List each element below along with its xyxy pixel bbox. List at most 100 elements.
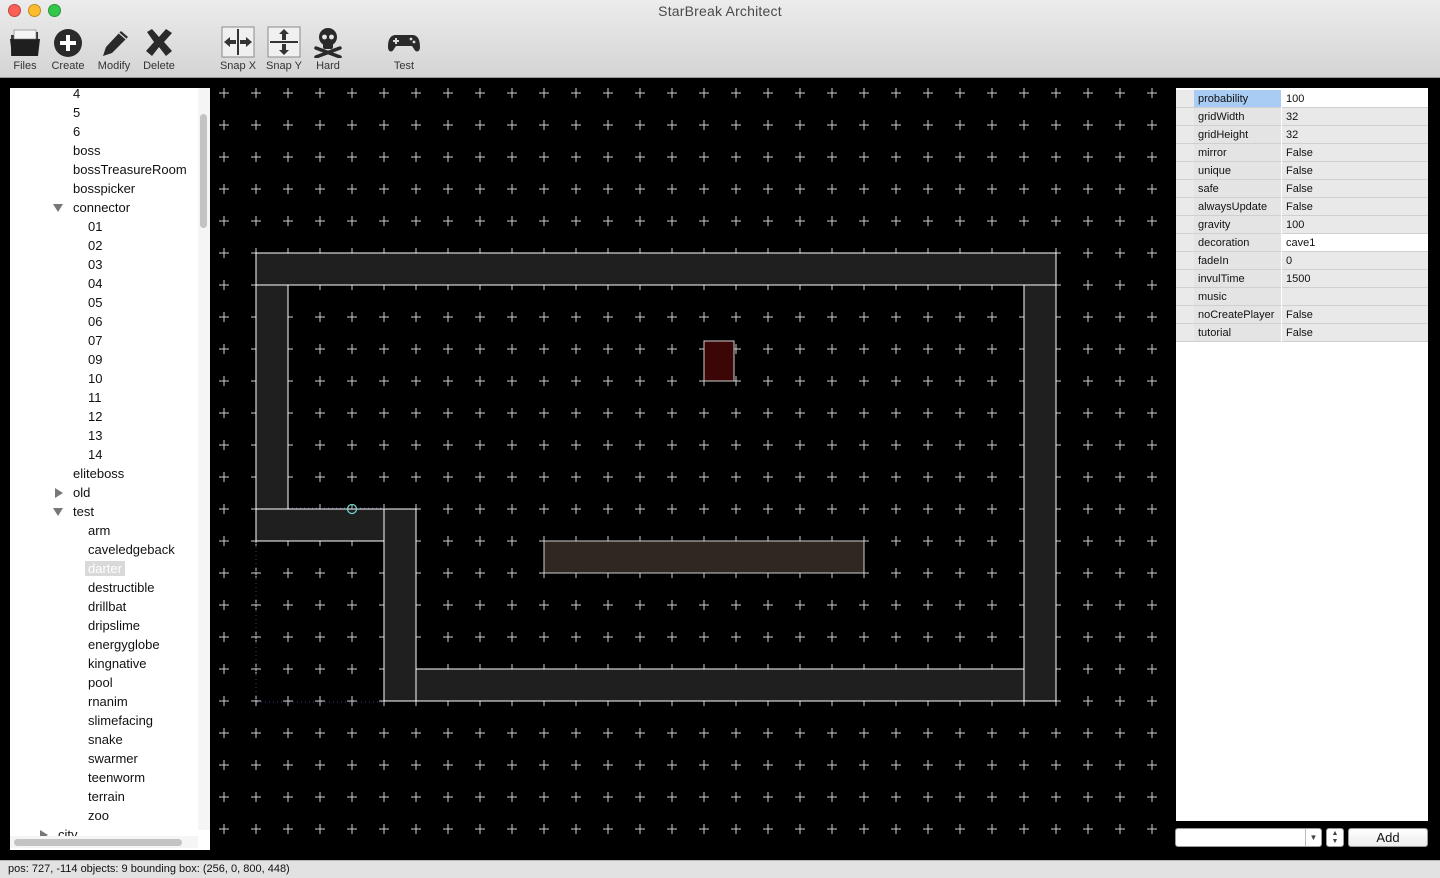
disclosure-closed-icon[interactable] (55, 488, 63, 498)
tree-item[interactable]: 02 (88, 236, 102, 255)
level-objects[interactable] (255, 252, 1057, 703)
property-row[interactable]: gridHeight 32 (1176, 126, 1428, 144)
level-canvas[interactable] (210, 78, 1175, 860)
snap-x-button[interactable]: Snap X (215, 26, 261, 74)
property-value[interactable]: 1500 (1282, 270, 1428, 288)
property-value[interactable]: False (1282, 324, 1428, 342)
tree-item[interactable]: caveledgeback (88, 540, 175, 559)
tree-item[interactable]: pool (88, 673, 113, 692)
tree-item[interactable]: 4 (73, 88, 80, 103)
property-row[interactable]: mirror False (1176, 144, 1428, 162)
chevron-down-icon[interactable]: ▼ (1305, 829, 1321, 846)
tree-item[interactable]: 04 (88, 274, 102, 293)
property-row[interactable]: alwaysUpdate False (1176, 198, 1428, 216)
wall-right[interactable] (1023, 284, 1057, 702)
tree-item[interactable]: darter (85, 559, 125, 578)
tree-item[interactable]: terrain (88, 787, 125, 806)
tree-item[interactable]: 10 (88, 369, 102, 388)
add-property-stepper[interactable]: ▲ ▼ (1326, 828, 1344, 847)
tree-item[interactable]: arm (88, 521, 110, 540)
property-row[interactable]: music (1176, 288, 1428, 306)
delete-button[interactable]: Delete (136, 26, 182, 74)
snap-y-button[interactable]: Snap Y (261, 26, 307, 74)
tree-item[interactable]: eliteboss (73, 464, 124, 483)
tree-item[interactable]: 5 (73, 103, 80, 122)
tree-item[interactable]: test (53, 502, 94, 521)
tree-item[interactable]: dripslime (88, 616, 140, 635)
wall-bottom[interactable] (415, 668, 1025, 702)
tree-item[interactable]: old (55, 483, 90, 502)
files-button[interactable]: Files (2, 26, 48, 74)
wall-top[interactable] (255, 252, 1057, 286)
tree-item[interactable]: 12 (88, 407, 102, 426)
tree-item[interactable]: connector (53, 198, 130, 217)
tree-item[interactable]: drillbat (88, 597, 126, 616)
property-row[interactable]: gravity 100 (1176, 216, 1428, 234)
tree-item[interactable]: destructible (88, 578, 154, 597)
tree-item[interactable]: 03 (88, 255, 102, 274)
tree-item[interactable]: zoo (88, 806, 109, 825)
tree-vertical-scroll-thumb[interactable] (200, 114, 207, 228)
platform[interactable] (543, 540, 865, 574)
tree-item[interactable]: 07 (88, 331, 102, 350)
tree-item[interactable]: 14 (88, 445, 102, 464)
tree-item[interactable]: slimefacing (88, 711, 153, 730)
property-value[interactable]: 100 (1282, 216, 1428, 234)
modify-button[interactable]: Modify (91, 26, 137, 74)
tree-vertical-scrollbar[interactable] (198, 88, 210, 830)
tree-item[interactable]: 13 (88, 426, 102, 445)
property-row[interactable]: invulTime 1500 (1176, 270, 1428, 288)
disclosure-open-icon[interactable] (53, 204, 63, 212)
test-button[interactable]: Test (381, 26, 427, 74)
spawn-block[interactable] (703, 340, 735, 382)
wall-inner-vertical[interactable] (383, 508, 417, 702)
tree-horizontal-scrollbar[interactable] (10, 836, 198, 848)
property-value[interactable]: False (1282, 144, 1428, 162)
tree-item[interactable]: energyglobe (88, 635, 160, 654)
stepper-down-icon[interactable]: ▼ (1327, 838, 1343, 846)
tree-item[interactable]: 06 (88, 312, 102, 331)
tree-item[interactable]: kingnative (88, 654, 147, 673)
property-value[interactable]: cave1 (1282, 234, 1428, 252)
property-value[interactable]: False (1282, 198, 1428, 216)
property-row[interactable]: safe False (1176, 180, 1428, 198)
tree-item[interactable]: boss (73, 141, 100, 160)
wall-left[interactable] (255, 284, 289, 510)
property-value[interactable]: 100 (1282, 90, 1428, 108)
tree-item[interactable]: rnanim (88, 692, 128, 711)
tree-item[interactable]: swarmer (88, 749, 138, 768)
ledge-left[interactable] (255, 508, 385, 542)
tree-item[interactable]: 11 (88, 388, 102, 407)
property-value[interactable]: False (1282, 306, 1428, 324)
hard-button[interactable]: Hard (305, 26, 351, 74)
property-value[interactable]: 32 (1282, 108, 1428, 126)
tree-item[interactable]: snake (88, 730, 123, 749)
tree-item[interactable]: 01 (88, 217, 102, 236)
property-row[interactable]: fadeIn 0 (1176, 252, 1428, 270)
add-button[interactable]: Add (1348, 828, 1428, 847)
level-tree[interactable]: 4 5 6 boss bossTreasureRoom bosspicker connect… (10, 88, 210, 850)
tree-item[interactable]: 6 (73, 122, 80, 141)
create-button[interactable]: Create (45, 26, 91, 74)
property-row[interactable]: tutorial False (1176, 324, 1428, 342)
tree-item[interactable]: 05 (88, 293, 102, 312)
property-value[interactable]: False (1282, 180, 1428, 198)
property-value[interactable]: False (1282, 162, 1428, 180)
property-row[interactable]: noCreatePlayer False (1176, 306, 1428, 324)
tree-horizontal-scroll-thumb[interactable] (14, 839, 182, 846)
tree-item[interactable]: bossTreasureRoom (73, 160, 187, 179)
add-property-combo[interactable]: ▼ (1175, 828, 1322, 847)
disclosure-open-icon[interactable] (53, 508, 63, 516)
tree-item[interactable]: bosspicker (73, 179, 135, 198)
tree-item[interactable]: 09 (88, 350, 102, 369)
stepper-up-icon[interactable]: ▲ (1327, 830, 1343, 838)
tree-item[interactable]: teenworm (88, 768, 145, 787)
property-row[interactable]: gridWidth 32 (1176, 108, 1428, 126)
property-row[interactable]: unique False (1176, 162, 1428, 180)
property-value[interactable] (1282, 288, 1428, 306)
property-row[interactable]: probability 100 (1176, 90, 1428, 108)
property-value[interactable]: 0 (1282, 252, 1428, 270)
property-row[interactable]: decoration cave1 (1176, 234, 1428, 252)
property-value[interactable]: 32 (1282, 126, 1428, 144)
level-canvas-svg[interactable] (210, 78, 1175, 860)
